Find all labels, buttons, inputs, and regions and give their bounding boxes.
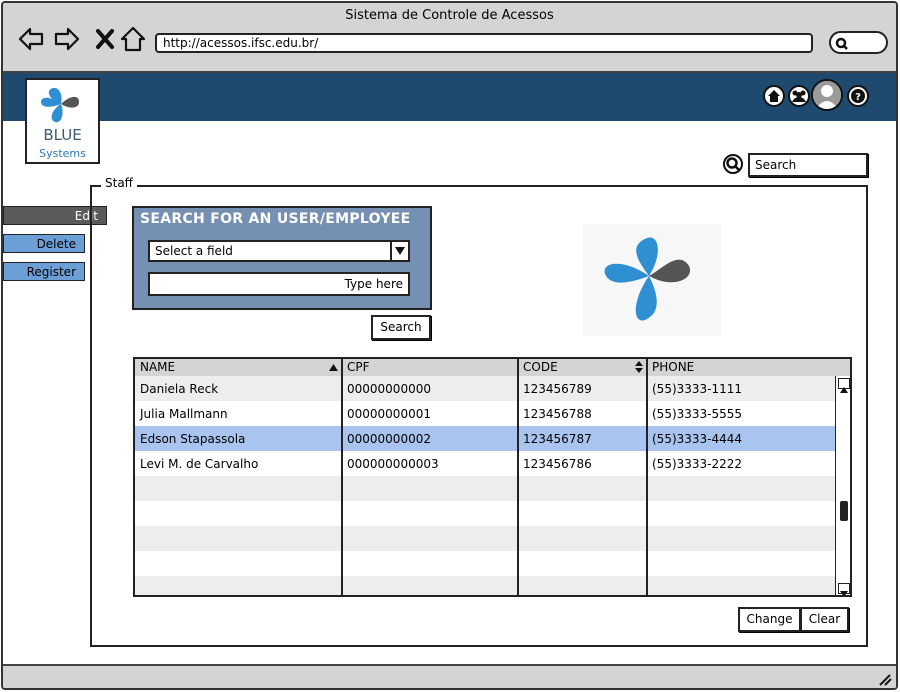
table-cell-name: Levi M. de Carvalho xyxy=(140,457,259,471)
menu-register[interactable]: Register xyxy=(3,262,85,281)
table-cell-name: Edson Stapassola xyxy=(140,432,246,446)
status-bar xyxy=(3,664,896,688)
pinwheel-logo-icon xyxy=(604,237,691,321)
home-icon xyxy=(768,90,780,102)
resize-grip-icon[interactable] xyxy=(876,672,892,686)
column-header-cpf[interactable]: CPF xyxy=(342,359,518,376)
table-row-empty xyxy=(135,576,835,595)
brand-subname: Systems xyxy=(39,147,86,160)
dropdown-arrow-icon[interactable] xyxy=(390,240,410,262)
back-arrow-icon[interactable] xyxy=(17,25,45,53)
table-cell-phone: (55)3333-1111 xyxy=(652,382,743,396)
home-button[interactable] xyxy=(763,85,785,107)
window-title: Sistema de Controle de Acessos xyxy=(345,8,554,23)
search-button[interactable]: Search xyxy=(371,315,431,340)
clear-button[interactable]: Clear xyxy=(800,607,849,632)
table-cell-phone: (55)3333-4444 xyxy=(652,432,743,446)
table-cell-cpf: 00000000002 xyxy=(347,432,431,446)
sort-asc-icon xyxy=(329,364,338,371)
column-header-name[interactable]: NAME xyxy=(135,359,342,376)
sort-icon xyxy=(635,361,643,373)
users-icon xyxy=(792,90,806,102)
table-cell-code: 123456787 xyxy=(523,432,592,446)
help-icon: ? xyxy=(851,89,865,103)
brand-name: BLUE xyxy=(43,126,82,144)
brand-logo: BLUE Systems xyxy=(25,78,100,164)
scroll-down-arrow[interactable] xyxy=(838,583,850,595)
user-icon xyxy=(813,81,841,109)
table-row[interactable]: Levi M. de Carvalho 000000000003 123456786… xyxy=(135,451,835,476)
table-row[interactable]: Edson Stapassola 00000000002 123456787 (55)… xyxy=(135,426,835,451)
change-button[interactable]: Change xyxy=(738,607,801,632)
table-row[interactable]: Julia Mallmann 00000000001 123456788 (55)33… xyxy=(135,401,835,426)
close-icon[interactable] xyxy=(91,25,119,53)
avatar[interactable] xyxy=(811,79,843,111)
users-button[interactable] xyxy=(788,85,810,107)
table-row-empty xyxy=(135,501,835,526)
company-logo-image xyxy=(583,224,721,336)
table-row[interactable]: Daniela Reck 00000000000 123456789 (55)3333… xyxy=(135,376,835,401)
search-panel-title: SEARCH FOR AN USER/EMPLOYEE xyxy=(140,211,411,227)
column-divider xyxy=(341,359,343,595)
table-cell-cpf: 000000000003 xyxy=(347,457,439,471)
table-row-empty xyxy=(135,476,835,501)
table-cell-name: Julia Mallmann xyxy=(140,407,228,421)
url-bar[interactable]: http://acessos.ifsc.edu.br/ xyxy=(155,33,813,53)
field-select[interactable]: Select a field xyxy=(148,240,410,262)
table-cell-code: 123456789 xyxy=(523,382,592,396)
table-cell-cpf: 00000000001 xyxy=(347,407,431,421)
search-panel: SEARCH FOR AN USER/EMPLOYEE Select a fie… xyxy=(132,206,432,310)
table-cell-name: Daniela Reck xyxy=(140,382,219,396)
table-cell-code: 123456786 xyxy=(523,457,592,471)
table-scrollbar[interactable] xyxy=(835,376,850,595)
table-header: NAME CPF CODE PHONE xyxy=(135,359,850,376)
table-row-empty xyxy=(135,526,835,551)
search-icon[interactable] xyxy=(722,153,746,177)
browser-toolbar: Sistema de Controle de Acessos http://ac… xyxy=(3,3,896,73)
scroll-up-arrow[interactable] xyxy=(838,378,850,393)
browser-window: Sistema de Controle de Acessos http://ac… xyxy=(1,1,898,690)
table-cell-code: 123456788 xyxy=(523,407,592,421)
search-text-input[interactable]: Type here xyxy=(148,272,410,296)
staff-legend: Staff xyxy=(101,176,137,190)
pinwheel-logo-icon xyxy=(41,87,79,123)
menu-delete[interactable]: Delete xyxy=(3,234,85,253)
table-cell-phone: (55)3333-5555 xyxy=(652,407,743,421)
search-icon xyxy=(835,37,848,50)
home-icon[interactable] xyxy=(119,25,147,53)
app-header: ? xyxy=(3,73,896,121)
column-header-code[interactable]: CODE xyxy=(518,359,647,376)
table-cell-phone: (55)3333-2222 xyxy=(652,457,743,471)
global-search-input[interactable]: Search xyxy=(748,153,868,177)
column-divider xyxy=(646,359,648,595)
forward-arrow-icon[interactable] xyxy=(53,25,81,53)
help-button[interactable]: ? xyxy=(847,85,869,107)
table-cell-cpf: 00000000000 xyxy=(347,382,431,396)
browser-search-field[interactable] xyxy=(829,31,888,54)
column-header-phone[interactable]: PHONE xyxy=(647,359,837,376)
staff-table: NAME CPF CODE PHONE Daniela Reck 00000000… xyxy=(133,357,852,597)
svg-text:?: ? xyxy=(855,92,861,103)
column-divider xyxy=(517,359,519,595)
scroll-thumb[interactable] xyxy=(840,501,848,521)
table-row-empty xyxy=(135,551,835,576)
